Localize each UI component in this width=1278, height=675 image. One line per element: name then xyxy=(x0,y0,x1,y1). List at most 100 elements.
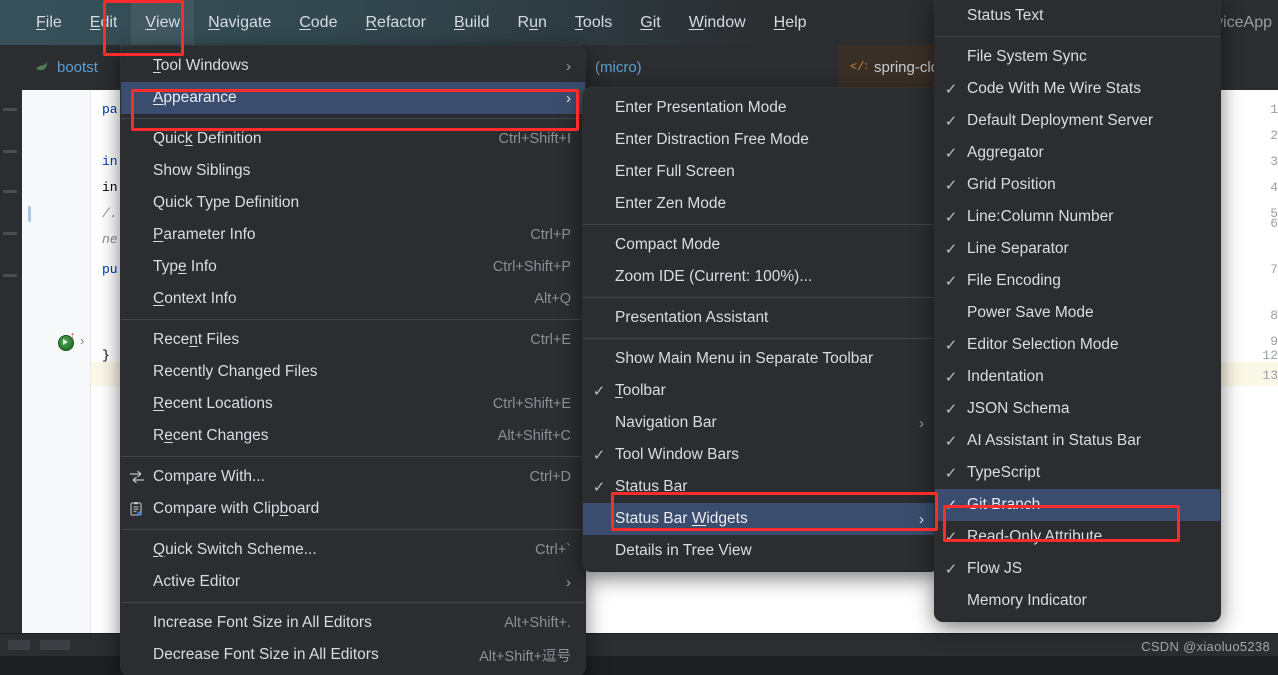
menu-item-show-siblings[interactable]: Show Siblings xyxy=(121,155,585,187)
menu-item-label: Parameter Info xyxy=(153,226,256,243)
menu-item-recent-changes[interactable]: Recent Changes Alt+Shift+C xyxy=(121,420,585,452)
menu-item-tool-window-bars[interactable]: ✓ Tool Window Bars xyxy=(583,439,938,471)
menu-item-aggregator[interactable]: ✓ Aggregator xyxy=(935,137,1220,169)
menu-item-json-schema[interactable]: ✓ JSON Schema xyxy=(935,393,1220,425)
menu-item-ai-assistant-in-status-bar[interactable]: ✓ AI Assistant in Status Bar xyxy=(935,425,1220,457)
menubar-item-code[interactable]: Code xyxy=(285,9,351,37)
tool-strip-button-1[interactable] xyxy=(3,108,17,111)
menu-item-file-system-sync[interactable]: File System Sync xyxy=(935,41,1220,73)
menu-item-status-text[interactable]: Status Text xyxy=(935,0,1220,32)
tool-strip-button-3[interactable] xyxy=(3,190,17,193)
view-menu-popup[interactable]: Tool Windows › Appearance › Quick Defini… xyxy=(121,46,585,675)
menu-item-read-only-attribute[interactable]: ✓ Read-Only Attribute xyxy=(935,521,1220,553)
tool-strip-button-4[interactable] xyxy=(3,232,17,235)
menu-item-label: File System Sync xyxy=(967,48,1087,65)
checkmark-icon: ✓ xyxy=(944,145,958,162)
menu-item-compare-with-clipboard[interactable]: Compare with Clipboard xyxy=(121,493,585,525)
menu-item-default-deployment-server[interactable]: ✓ Default Deployment Server xyxy=(935,105,1220,137)
menu-item-quick-type-definition[interactable]: Quick Type Definition xyxy=(121,187,585,219)
menu-item-grid-position[interactable]: ✓ Grid Position xyxy=(935,169,1220,201)
menubar-label-help: elp xyxy=(785,13,807,31)
menu-item-git-branch[interactable]: ✓ Git Branch xyxy=(935,489,1220,521)
menu-item-context-info[interactable]: Context Info Alt+Q xyxy=(121,283,585,315)
tool-strip-button-5[interactable] xyxy=(3,274,17,277)
appearance-submenu-popup[interactable]: Enter Presentation Mode Enter Distractio… xyxy=(583,88,938,571)
menubar-item-window[interactable]: Window xyxy=(675,9,760,37)
menu-item-label: Enter Zen Mode xyxy=(615,195,727,212)
menu-item-enter-distraction-free-mode[interactable]: Enter Distraction Free Mode xyxy=(583,124,938,156)
menu-separator xyxy=(121,319,585,320)
menu-item-compact-mode[interactable]: Compact Mode xyxy=(583,229,938,261)
gutter-expand-chevron-icon[interactable]: › xyxy=(80,333,84,348)
menubar-label-build: uild xyxy=(464,13,490,31)
status-bar-widget-1[interactable] xyxy=(8,640,30,650)
menu-item-editor-selection-mode[interactable]: ✓ Editor Selection Mode xyxy=(935,329,1220,361)
menu-item-file-encoding[interactable]: ✓ File Encoding xyxy=(935,265,1220,297)
menubar-item-view[interactable]: View xyxy=(131,0,195,49)
menu-item-navigation-bar[interactable]: Navigation Bar › xyxy=(583,407,938,439)
menubar-item-run[interactable]: Run xyxy=(504,9,561,37)
menu-item-enter-full-screen[interactable]: Enter Full Screen xyxy=(583,156,938,188)
menu-item-details-in-tree-view[interactable]: Details in Tree View xyxy=(583,535,938,567)
menu-item-power-save-mode[interactable]: Power Save Mode xyxy=(935,297,1220,329)
menu-item-recent-locations[interactable]: Recent Locations Ctrl+Shift+E xyxy=(121,388,585,420)
menu-item-status-bar[interactable]: ✓ Status Bar xyxy=(583,471,938,503)
menu-item-label: Enter Distraction Free Mode xyxy=(615,131,809,148)
menubar-item-navigate[interactable]: Navigate xyxy=(194,9,285,37)
watermark: CSDN @xiaoluo5238 xyxy=(1141,639,1270,654)
status-bar-widgets-submenu-popup[interactable]: Status Text File System Sync ✓ Code With… xyxy=(935,0,1220,621)
menu-item-type-info[interactable]: Type Info Ctrl+Shift+P xyxy=(121,251,585,283)
menubar-item-help[interactable]: Help xyxy=(760,9,821,37)
menu-item-code-with-me-wire-stats[interactable]: ✓ Code With Me Wire Stats xyxy=(935,73,1220,105)
menu-item-decrease-font-size[interactable]: Decrease Font Size in All Editors Alt+Sh… xyxy=(121,639,585,671)
menu-item-presentation-assistant[interactable]: Presentation Assistant xyxy=(583,302,938,334)
menubar-item-build[interactable]: Build xyxy=(440,9,504,37)
menubar-item-refactor[interactable]: Refactor xyxy=(351,9,439,37)
editor-tab-bootstrap[interactable]: bootst xyxy=(22,45,110,90)
menu-item-label: Presentation Assistant xyxy=(615,309,769,326)
menu-item-zoom-ide[interactable]: Zoom IDE (Current: 100%)... xyxy=(583,261,938,293)
menu-item-enter-presentation-mode[interactable]: Enter Presentation Mode xyxy=(583,92,938,124)
menu-item-enter-zen-mode[interactable]: Enter Zen Mode xyxy=(583,188,938,220)
menu-item-indentation[interactable]: ✓ Indentation xyxy=(935,361,1220,393)
menu-item-compare-with[interactable]: Compare With... Ctrl+D xyxy=(121,461,585,493)
menubar-item-git[interactable]: Git xyxy=(626,9,674,37)
menu-item-tool-windows[interactable]: Tool Windows › xyxy=(121,50,585,82)
menu-item-typescript[interactable]: ✓ TypeScript xyxy=(935,457,1220,489)
menu-item-status-bar-widgets[interactable]: Status Bar Widgets › xyxy=(583,503,938,535)
line-number: 12 xyxy=(1262,348,1278,363)
menu-item-label: Read-Only Attribute xyxy=(967,528,1103,545)
menu-item-active-editor[interactable]: Active Editor › xyxy=(121,566,585,598)
menu-item-label: Tool Windows xyxy=(153,57,249,74)
menu-item-label: Enter Full Screen xyxy=(615,163,735,180)
menu-item-line-separator[interactable]: ✓ Line Separator xyxy=(935,233,1220,265)
tool-strip-button-2[interactable] xyxy=(3,150,17,153)
chevron-right-icon: › xyxy=(566,57,571,75)
menu-item-label: Status Bar xyxy=(615,478,688,495)
menu-item-appearance[interactable]: Appearance › xyxy=(121,82,585,114)
menu-item-recently-changed-files[interactable]: Recently Changed Files xyxy=(121,356,585,388)
menu-item-shortcut: Ctrl+D xyxy=(529,469,572,485)
menu-item-shortcut: Ctrl+E xyxy=(530,332,571,348)
menu-item-show-main-menu-in-separate-toolbar[interactable]: Show Main Menu in Separate Toolbar xyxy=(583,343,938,375)
menu-item-quick-definition[interactable]: Quick Definition Ctrl+Shift+I xyxy=(121,123,585,155)
tool-window-strip[interactable] xyxy=(0,90,22,656)
menubar-item-tools[interactable]: Tools xyxy=(561,9,626,37)
menu-item-recent-files[interactable]: Recent Files Ctrl+E xyxy=(121,324,585,356)
status-bar-widget-2[interactable] xyxy=(40,640,70,650)
menu-item-label: Active Editor xyxy=(153,573,241,590)
menubar-item-edit[interactable]: Edit xyxy=(76,9,132,37)
menu-item-quick-switch-scheme[interactable]: Quick Switch Scheme... Ctrl+` xyxy=(121,534,585,566)
menubar-label-refactor: efactor xyxy=(377,13,426,31)
menu-item-toolbar[interactable]: ✓ Toolbar xyxy=(583,375,938,407)
menu-item-parameter-info[interactable]: Parameter Info Ctrl+P xyxy=(121,219,585,251)
menu-item-memory-indicator[interactable]: Memory Indicator xyxy=(935,585,1220,617)
menu-item-flow-js[interactable]: ✓ Flow JS xyxy=(935,553,1220,585)
menubar-label-code: ode xyxy=(310,13,338,31)
menubar-item-file[interactable]: File xyxy=(22,9,76,37)
menu-item-increase-font-size[interactable]: Increase Font Size in All Editors Alt+Sh… xyxy=(121,607,585,639)
menu-item-line-column-number[interactable]: ✓ Line:Column Number xyxy=(935,201,1220,233)
editor-tab-micro[interactable]: (micro) xyxy=(583,45,654,90)
editor-gutter[interactable] xyxy=(22,90,90,656)
chevron-right-icon: › xyxy=(566,573,571,591)
